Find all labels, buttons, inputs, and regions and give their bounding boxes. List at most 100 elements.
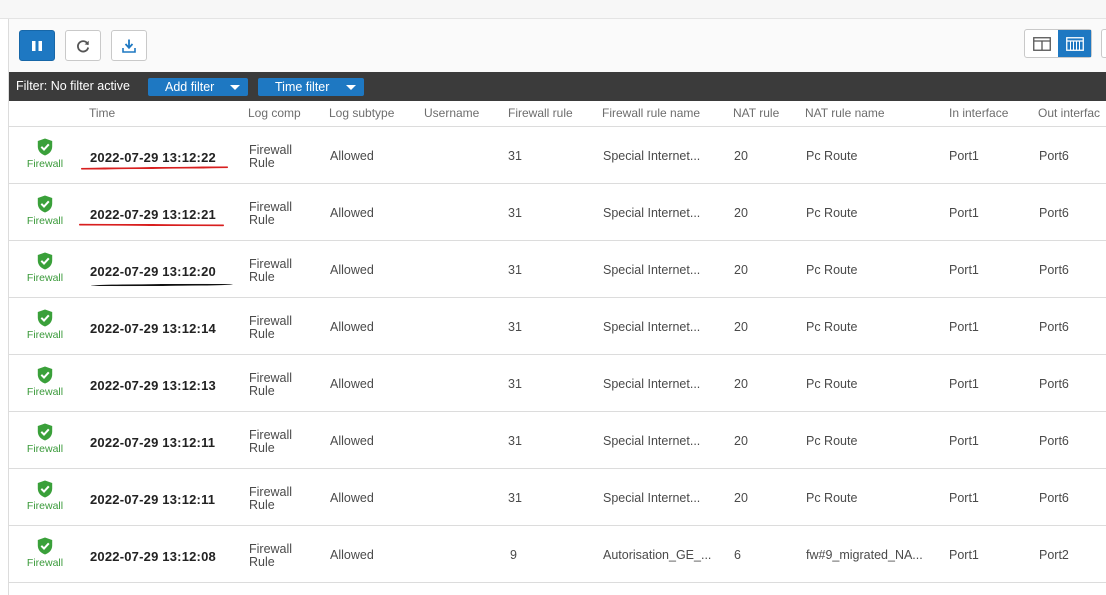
nat-rule-cell: 20: [734, 491, 748, 505]
status-badge: Firewall: [23, 366, 67, 398]
column-header-log-comp[interactable]: Log comp: [248, 106, 301, 120]
log-comp-cell: Firewall Rule: [249, 542, 293, 569]
columns-view-icon: [1065, 36, 1084, 51]
panel-view-button[interactable]: [1025, 30, 1058, 57]
chevron-down-icon: [346, 85, 356, 90]
time-cell: 2022-07-29 13:12:08: [90, 549, 216, 564]
status-label: Firewall: [26, 386, 64, 398]
nat-rule-name-cell: Pc Route: [806, 149, 858, 163]
time-cell: 2022-07-29 13:12:14: [90, 321, 216, 336]
status-badge: Firewall: [23, 537, 67, 569]
firewall-rule-name-cell: Special Internet...: [603, 149, 701, 163]
nat-rule-name-cell: Pc Route: [806, 263, 858, 277]
chevron-down-icon: [230, 85, 240, 90]
column-header-nat-rule[interactable]: NAT rule: [733, 106, 779, 120]
out-interface-cell: Port6: [1039, 491, 1069, 505]
table-row[interactable]: Firewall 2022-07-29 13:12:13 Firewall Rul…: [9, 355, 1106, 412]
refresh-button[interactable]: [65, 30, 101, 61]
log-subtype-cell: Allowed: [330, 377, 374, 391]
time-cell: 2022-07-29 13:12:13: [90, 378, 216, 393]
shield-check-icon: [37, 423, 53, 441]
add-filter-label: Add filter: [165, 80, 215, 94]
status-label: Firewall: [26, 500, 64, 512]
table-row[interactable]: Firewall 2022-07-29 13:12:11 Firewall Rul…: [9, 469, 1106, 526]
nat-rule-name-cell: Pc Route: [806, 377, 858, 391]
red-underline-annotation: [78, 223, 225, 227]
table-row[interactable]: Firewall 2022-07-29 13:12:08 Firewall Rul…: [9, 526, 1106, 583]
column-header-out-interface[interactable]: Out interfac: [1038, 106, 1100, 120]
nat-rule-name-cell: Pc Route: [806, 320, 858, 334]
shield-check-icon: [37, 366, 53, 384]
status-badge: Firewall: [23, 138, 67, 170]
shield-check-icon: [37, 537, 53, 555]
add-filter-button[interactable]: Add filter: [148, 78, 248, 96]
log-comp-cell: Firewall Rule: [249, 371, 293, 398]
log-comp-cell: Firewall Rule: [249, 485, 293, 512]
log-comp-cell: Firewall Rule: [249, 428, 293, 455]
shield-check-icon: [37, 480, 53, 498]
time-cell: 2022-07-29 13:12:11: [90, 435, 216, 450]
table-row[interactable]: Firewall 2022-07-29 13:12:11 Firewall Rul…: [9, 412, 1106, 469]
table-row[interactable]: Firewall 2022-07-29 13:12:20 Firewall Rul…: [9, 241, 1106, 298]
time-filter-label: Time filter: [275, 80, 330, 94]
firewall-rule-cell: 31: [508, 263, 522, 277]
log-comp-cell: Firewall Rule: [249, 143, 293, 170]
in-interface-cell: Port1: [949, 491, 979, 505]
download-icon: [122, 39, 136, 53]
out-interface-cell: Port6: [1039, 320, 1069, 334]
status-label: Firewall: [26, 158, 64, 170]
in-interface-cell: Port1: [949, 377, 979, 391]
status-label: Firewall: [26, 272, 64, 284]
status-badge: Firewall: [23, 252, 67, 284]
log-comp-cell: Firewall Rule: [249, 257, 293, 284]
column-header-time[interactable]: Time: [89, 106, 115, 120]
table-header: Time Log comp Log subtype Username Firew…: [9, 101, 1106, 127]
out-interface-cell: Port6: [1039, 434, 1069, 448]
status-label: Firewall: [26, 329, 64, 341]
columns-view-button[interactable]: [1058, 30, 1091, 57]
more-view-button[interactable]: [1101, 29, 1106, 58]
nat-rule-name-cell: fw#9_migrated_NA...: [806, 548, 923, 562]
table-row[interactable]: Firewall 2022-07-29 13:12:14 Firewall Rul…: [9, 298, 1106, 355]
nat-rule-cell: 20: [734, 149, 748, 163]
firewall-rule-name-cell: Special Internet...: [603, 320, 701, 334]
column-header-log-subtype[interactable]: Log subtype: [329, 106, 394, 120]
in-interface-cell: Port1: [949, 320, 979, 334]
status-badge: Firewall: [23, 195, 67, 227]
time-cell: 2022-07-29 13:12:20: [90, 264, 216, 279]
column-header-firewall-rule-name[interactable]: Firewall rule name: [602, 106, 700, 120]
log-subtype-cell: Allowed: [330, 149, 374, 163]
shield-check-icon: [37, 252, 53, 270]
status-badge: Firewall: [23, 423, 67, 455]
column-header-in-interface[interactable]: In interface: [949, 106, 1008, 120]
firewall-rule-name-cell: Special Internet...: [603, 491, 701, 505]
status-label: Firewall: [26, 215, 64, 227]
status-label: Firewall: [26, 557, 64, 569]
firewall-rule-name-cell: Special Internet...: [603, 263, 701, 277]
column-header-firewall-rule[interactable]: Firewall rule: [508, 106, 573, 120]
view-toggle-group: [1024, 29, 1092, 58]
firewall-rule-cell: 31: [508, 491, 522, 505]
pause-button[interactable]: [19, 30, 55, 61]
shield-check-icon: [37, 309, 53, 327]
in-interface-cell: Port1: [949, 263, 979, 277]
toolbar: [9, 19, 1106, 72]
download-button[interactable]: [111, 30, 147, 61]
filter-bar: Filter: No filter active Add filter Time…: [9, 72, 1106, 101]
shield-check-icon: [37, 195, 53, 213]
in-interface-cell: Port1: [949, 149, 979, 163]
table-row[interactable]: Firewall 2022-07-29 13:12:22 Firewall Rul…: [9, 127, 1106, 184]
time-cell: 2022-07-29 13:12:22: [90, 150, 216, 165]
log-comp-cell: Firewall Rule: [249, 314, 293, 341]
time-cell: 2022-07-29 13:12:21: [90, 207, 216, 222]
time-cell: 2022-07-29 13:12:11: [90, 492, 216, 507]
time-filter-button[interactable]: Time filter: [258, 78, 364, 96]
firewall-rule-name-cell: Special Internet...: [603, 377, 701, 391]
log-subtype-cell: Allowed: [330, 320, 374, 334]
log-comp-cell: Firewall Rule: [249, 200, 293, 227]
log-subtype-cell: Allowed: [330, 263, 374, 277]
table-row[interactable]: Firewall 2022-07-29 13:12:21 Firewall Rul…: [9, 184, 1106, 241]
status-badge: Firewall: [23, 309, 67, 341]
column-header-username[interactable]: Username: [424, 106, 479, 120]
column-header-nat-rule-name[interactable]: NAT rule name: [805, 106, 885, 120]
